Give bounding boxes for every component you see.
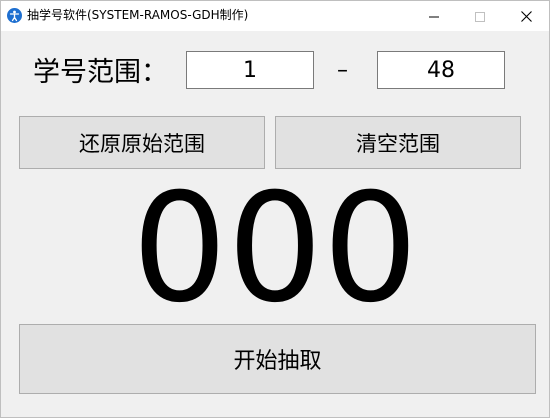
app-window: 抽学号软件(SYSTEM-RAMOS-GDH制作) 学号范围： – 还原原始范围… [0,0,550,418]
accessibility-person-icon [7,8,22,23]
range-label: 学号范围： [33,57,168,88]
maximize-icon [475,7,485,26]
title-bar[interactable]: 抽学号软件(SYSTEM-RAMOS-GDH制作) [1,1,549,31]
range-max-input[interactable] [377,51,505,89]
minimize-icon [429,7,439,26]
minimize-button[interactable] [411,1,457,31]
window-title: 抽学号软件(SYSTEM-RAMOS-GDH制作) [27,8,249,22]
range-separator: – [337,58,348,83]
close-button[interactable] [503,1,549,31]
close-icon [520,7,532,26]
result-number: 000 [131,162,419,336]
maximize-button[interactable] [457,1,503,31]
range-min-input[interactable] [186,51,314,89]
start-draw-button[interactable]: 开始抽取 [19,324,536,394]
